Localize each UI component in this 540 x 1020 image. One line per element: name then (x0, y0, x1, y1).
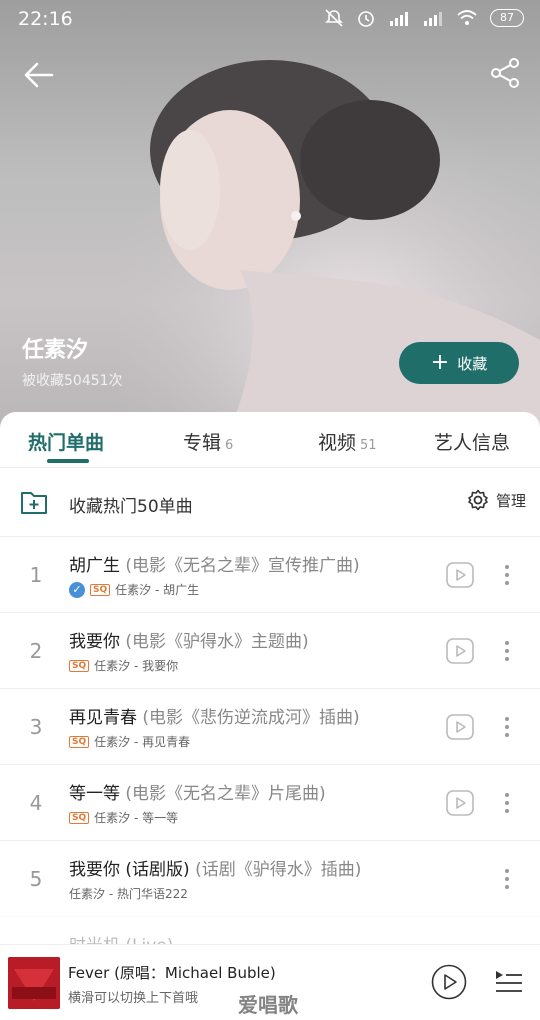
song-row[interactable]: 5 我要你 (话剧版) (话剧《驴得水》插曲) 任素汐 - 热门华语222 (0, 840, 540, 916)
song-subtitle: (电影《无名之辈》宣传推广曲) (125, 556, 360, 576)
tab-hot-singles[interactable]: 热门单曲 (28, 428, 104, 455)
song-title-text: 我要你 (69, 632, 120, 652)
folder-add-icon (21, 492, 47, 514)
tab-label: 热门单曲 (28, 432, 105, 454)
collect-all-bar[interactable]: 收藏热门50单曲 管理 (0, 472, 540, 536)
now-playing-bar[interactable]: Fever (原唱：Michael Buble) 横滑可以切换上下首哦 爱唱歌 (0, 944, 540, 1020)
song-index: 5 (29, 867, 43, 891)
song-meta: SQ 任素汐 - 等一等 (69, 809, 178, 826)
sq-badge: SQ (69, 659, 90, 672)
album-cover (8, 957, 60, 1009)
song-title: 再见青春 (电影《悲伤逆流成河》插曲) (69, 703, 360, 728)
song-title: 我要你 (电影《驴得水》主题曲) (69, 627, 309, 652)
gear-icon (468, 489, 488, 511)
tab-videos[interactable]: 视频 51 (318, 428, 377, 455)
tab-label: 艺人信息 (434, 432, 511, 454)
tab-albums[interactable]: 专辑 6 (183, 428, 233, 455)
song-title-text: 胡广生 (69, 556, 120, 576)
song-subtitle: (电影《悲伤逆流成河》插曲) (142, 708, 360, 728)
status-bar: 22:16 87 (0, 0, 540, 40)
song-meta: 任素汐 - 热门华语222 (69, 885, 188, 902)
swipe-hint: 横滑可以切换上下首哦 (68, 991, 199, 1006)
song-index: 4 (29, 791, 43, 815)
song-row[interactable]: 1 胡广生 (电影《无名之辈》宣传推广曲) ✓ SQ 任素汐 - 胡广生 (0, 536, 540, 612)
song-subtitle: (电影《无名之辈》片尾曲) (125, 784, 326, 804)
more-options-icon[interactable] (500, 865, 514, 893)
tab-label: 专辑 (183, 432, 222, 454)
collect-button-label: 收藏 (457, 354, 488, 373)
song-row[interactable]: 2 我要你 (电影《驴得水》主题曲) SQ 任素汐 - 我要你 (0, 612, 540, 688)
tab-count: 51 (360, 438, 377, 453)
song-title-text: 我要你 (话剧版) (69, 860, 190, 880)
song-index: 1 (29, 563, 43, 587)
more-options-icon[interactable] (500, 561, 514, 589)
song-meta: SQ 任素汐 - 我要你 (69, 657, 178, 674)
watermark: 爱唱歌 (238, 993, 298, 1017)
sq-badge: SQ (69, 735, 90, 748)
play-icon[interactable] (431, 964, 467, 1000)
song-title: 等一等 (电影《无名之辈》片尾曲) (69, 779, 326, 804)
mute-alarm-off-icon (325, 9, 343, 27)
verified-icon: ✓ (69, 581, 85, 598)
content-sheet: 热门单曲 专辑 6 视频 51 艺人信息 收藏热门50单曲 管理 1 胡广生 (… (0, 412, 540, 1020)
artist-hero: 22:16 87 任素汐 被收藏50451次 + 收藏 (0, 0, 540, 430)
signal-icon (424, 12, 442, 26)
song-title: 胡广生 (电影《无名之辈》宣传推广曲) (69, 551, 360, 576)
song-title-text: 等一等 (69, 784, 120, 804)
song-meta: SQ 任素汐 - 再见青春 (69, 733, 190, 750)
wifi-icon (457, 10, 477, 25)
sq-badge: SQ (69, 811, 90, 824)
song-artist-album: 任素汐 - 热门华语222 (69, 887, 188, 901)
album-cover-art (8, 957, 60, 1009)
plus-icon: + (430, 350, 450, 375)
status-icons: 87 (324, 8, 524, 28)
now-playing-title: Fever (原唱：Michael Buble) (68, 964, 276, 982)
song-artist-album: 任素汐 - 等一等 (94, 811, 179, 825)
more-options-icon[interactable] (500, 713, 514, 741)
song-artist-album: 任素汐 - 我要你 (94, 659, 179, 673)
hd-signal-icon (390, 12, 408, 26)
song-artist-album: 任素汐 - 胡广生 (115, 583, 200, 597)
artist-name: 任素汐 (22, 338, 89, 363)
song-row[interactable]: 4 等一等 (电影《无名之辈》片尾曲) SQ 任素汐 - 等一等 (0, 764, 540, 840)
tab-indicator (47, 459, 89, 463)
share-icon[interactable] (488, 56, 522, 90)
song-row[interactable]: 3 再见青春 (电影《悲伤逆流成河》插曲) SQ 任素汐 - 再见青春 (0, 688, 540, 764)
play-video-icon[interactable] (446, 713, 474, 741)
play-video-icon[interactable] (446, 561, 474, 589)
song-subtitle: (电影《驴得水》主题曲) (125, 632, 309, 652)
alarm-clock-icon (358, 11, 374, 27)
tab-count: 6 (225, 438, 234, 453)
song-index: 2 (29, 639, 43, 663)
song-artist-album: 任素汐 - 再见青春 (94, 735, 191, 749)
song-meta: ✓ SQ 任素汐 - 胡广生 (69, 581, 199, 598)
battery-icon: 87 (490, 9, 524, 27)
collect-all-label: 收藏热门50单曲 (69, 497, 193, 517)
song-title-text: 再见青春 (69, 708, 137, 728)
sq-badge: SQ (90, 583, 111, 596)
song-title: 我要你 (话剧版) (话剧《驴得水》插曲) (69, 855, 361, 880)
back-arrow-icon[interactable] (22, 58, 56, 92)
status-time: 22:16 (18, 8, 73, 30)
tab-label: 视频 (318, 432, 357, 454)
manage-button[interactable]: 管理 (466, 488, 526, 512)
song-subtitle: (话剧《驴得水》插曲) (195, 860, 362, 880)
tab-bar: 热门单曲 专辑 6 视频 51 艺人信息 (0, 412, 540, 468)
collect-button[interactable]: + 收藏 (399, 342, 519, 384)
play-video-icon[interactable] (446, 637, 474, 665)
playlist-icon[interactable] (494, 967, 524, 997)
more-options-icon[interactable] (500, 789, 514, 817)
play-video-icon[interactable] (446, 789, 474, 817)
song-index: 3 (29, 715, 43, 739)
manage-label: 管理 (495, 491, 526, 510)
more-options-icon[interactable] (500, 637, 514, 665)
collect-count: 被收藏50451次 (22, 373, 123, 389)
tab-artist-info[interactable]: 艺人信息 (434, 428, 510, 455)
